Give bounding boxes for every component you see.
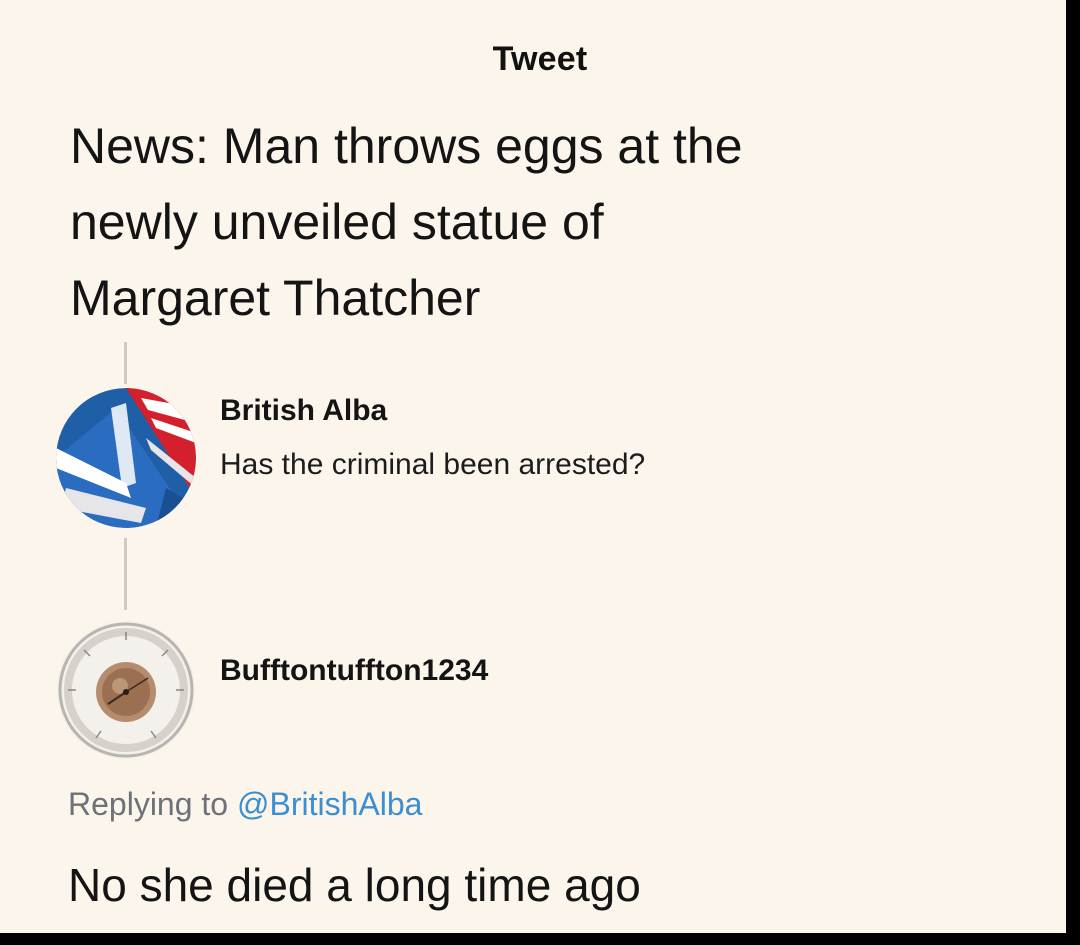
replying-to-label: Replying to bbox=[68, 786, 229, 822]
thread-line bbox=[124, 538, 127, 610]
tweet-line: newly unveiled statue of bbox=[70, 194, 604, 250]
screenshot-frame: Tweet News: Man throws eggs at the newly… bbox=[0, 0, 1080, 945]
page-title: Tweet bbox=[492, 40, 588, 78]
mention-link[interactable]: @BritishAlba bbox=[237, 786, 422, 822]
avatar-bufftontuffton[interactable] bbox=[56, 620, 196, 760]
tweet-panel: Tweet News: Man throws eggs at the newly… bbox=[0, 0, 1066, 933]
reply-author-name[interactable]: Bufftontuffton1234 bbox=[220, 654, 488, 688]
thread-line bbox=[124, 342, 127, 384]
tweet-text: News: Man throws eggs at the newly unvei… bbox=[70, 108, 970, 336]
avatar-british-alba[interactable] bbox=[56, 388, 196, 528]
reply-author-name[interactable]: British Alba bbox=[220, 394, 387, 428]
reply-text: No she died a long time ago bbox=[68, 859, 641, 911]
tweet-line: Margaret Thatcher bbox=[70, 270, 481, 326]
barometer-avatar-icon bbox=[57, 621, 195, 759]
reply-text: Has the criminal been arrested? bbox=[220, 448, 646, 481]
tweet-line: News: Man throws eggs at the bbox=[70, 118, 743, 174]
union-flag-saltire-avatar-icon bbox=[56, 388, 196, 528]
replying-to-line: Replying to @BritishAlba bbox=[68, 786, 422, 823]
